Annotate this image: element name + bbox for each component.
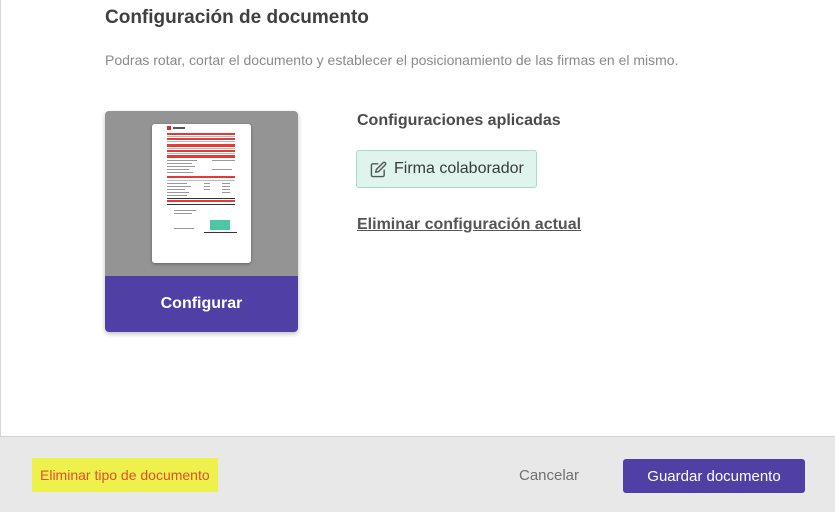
document-thumbnail-graphic [152, 124, 251, 263]
configure-button[interactable]: Configurar [105, 276, 298, 332]
signature-config-chip-label: Firma colaborador [394, 160, 524, 177]
delete-document-type-button[interactable]: Eliminar tipo de documento [32, 458, 218, 492]
page-description: Podras rotar, cortar el documento y esta… [105, 52, 679, 68]
cancel-button[interactable]: Cancelar [506, 459, 592, 491]
remove-current-config-link[interactable]: Eliminar configuración actual [357, 216, 581, 234]
save-document-button[interactable]: Guardar documento [623, 459, 805, 493]
signature-config-chip[interactable]: Firma colaborador [356, 150, 537, 188]
applied-settings-title: Configuraciones aplicadas [357, 112, 561, 129]
document-preview-area [105, 111, 298, 276]
footer-bar: Eliminar tipo de documento Cancelar Guar… [0, 436, 835, 512]
edit-icon [370, 161, 387, 177]
page-title: Configuración de documento [105, 7, 369, 28]
document-thumbnail [152, 124, 251, 263]
document-card: Configurar [105, 111, 298, 332]
left-divider [0, 0, 1, 437]
